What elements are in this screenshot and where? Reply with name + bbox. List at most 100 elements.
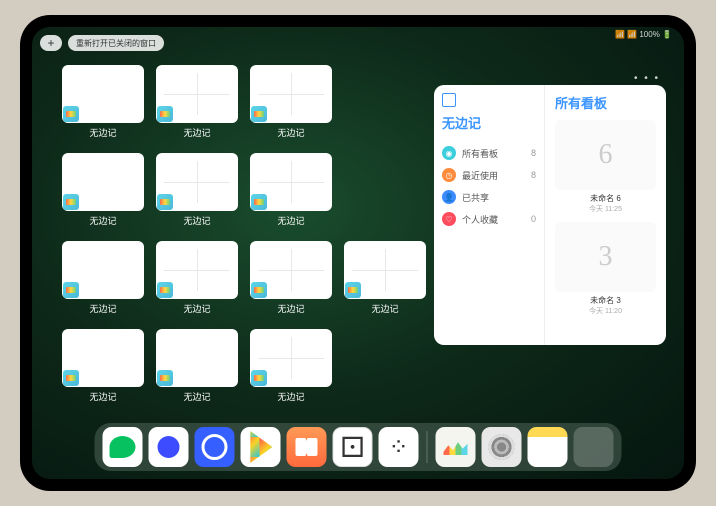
freeform-app-icon bbox=[157, 282, 173, 298]
sidebar-item[interactable]: ♡ 个人收藏 0 bbox=[442, 208, 536, 230]
sidebar-item[interactable]: ◷ 最近使用 8 bbox=[442, 164, 536, 186]
thumbnail-preview bbox=[156, 241, 238, 299]
sidebar-item-label: 个人收藏 bbox=[462, 213, 498, 226]
more-icon[interactable]: • • • bbox=[634, 73, 660, 84]
thumbnail-label: 无边记 bbox=[183, 302, 210, 315]
sidebar-item-icon: 👤 bbox=[442, 190, 456, 204]
window-thumbnail[interactable]: 无边记 bbox=[156, 329, 238, 403]
sidebar-item-count: 8 bbox=[531, 148, 536, 158]
dock-app-books[interactable] bbox=[287, 427, 327, 467]
new-window-button[interactable]: + bbox=[40, 35, 62, 51]
window-thumbnails-grid: 无边记无边记无边记无边记无边记无边记无边记无边记无边记无边记无边记无边记无边记 bbox=[62, 65, 426, 403]
sidebar-item[interactable]: 👤 已共享 bbox=[442, 186, 536, 208]
thumbnail-label: 无边记 bbox=[277, 214, 304, 227]
freeform-app-icon bbox=[157, 370, 173, 386]
window-thumbnail[interactable]: 无边记 bbox=[250, 153, 332, 227]
window-thumbnail[interactable]: 无边记 bbox=[62, 65, 144, 139]
freeform-app-icon bbox=[251, 370, 267, 386]
sidebar-item-label: 最近使用 bbox=[462, 169, 498, 182]
freeform-panel: 无边记 ◉所有看板8◷最近使用8👤已共享♡个人收藏0 所有看板 6未命名 6今天… bbox=[434, 85, 666, 345]
thumbnail-preview bbox=[250, 153, 332, 211]
dock-app-notes[interactable] bbox=[528, 427, 568, 467]
thumbnail-preview bbox=[62, 153, 144, 211]
board-preview: 6 bbox=[555, 120, 656, 190]
board-name: 未命名 6 bbox=[555, 193, 656, 204]
freeform-app-icon bbox=[63, 106, 79, 122]
sidebar-item[interactable]: ◉所有看板8 bbox=[442, 142, 536, 164]
dock-app-play[interactable] bbox=[241, 427, 281, 467]
freeform-app-icon bbox=[251, 194, 267, 210]
sidebar-item-count: 8 bbox=[531, 170, 536, 180]
sidebar-item-label: 已共享 bbox=[462, 191, 489, 204]
dock-app-circle[interactable] bbox=[195, 427, 235, 467]
thumbnail-preview bbox=[156, 329, 238, 387]
freeform-app-icon bbox=[63, 194, 79, 210]
sidebar-item-count: 0 bbox=[531, 214, 536, 224]
panel-right-title: 所有看板 bbox=[555, 93, 656, 112]
freeform-app-icon bbox=[251, 282, 267, 298]
window-thumbnail[interactable]: 无边记 bbox=[250, 65, 332, 139]
thumbnail-label: 无边记 bbox=[183, 390, 210, 403]
thumbnail-label: 无边记 bbox=[277, 126, 304, 139]
thumbnail-preview bbox=[62, 241, 144, 299]
window-thumbnail[interactable]: 无边记 bbox=[250, 241, 332, 315]
freeform-app-icon bbox=[157, 194, 173, 210]
dock-app-dots[interactable] bbox=[379, 427, 419, 467]
thumbnail-label: 无边记 bbox=[89, 302, 116, 315]
window-thumbnail[interactable]: 无边记 bbox=[62, 153, 144, 227]
top-controls: + 重新打开已关闭的窗口 bbox=[40, 35, 164, 51]
thumbnail-label: 无边记 bbox=[89, 214, 116, 227]
ipad-frame: 📶 📶 100% 🔋 + 重新打开已关闭的窗口 无边记无边记无边记无边记无边记无… bbox=[20, 15, 696, 491]
board-item[interactable]: 3 未命名 3今天 11:20 bbox=[555, 222, 656, 316]
thumbnail-label: 无边记 bbox=[183, 214, 210, 227]
dock-app-freeform[interactable] bbox=[436, 427, 476, 467]
dock-app-wechat[interactable] bbox=[103, 427, 143, 467]
board-item[interactable]: 6 未命名 6今天 11:25 bbox=[555, 120, 656, 214]
window-thumbnail[interactable]: 无边记 bbox=[156, 153, 238, 227]
thumbnail-preview bbox=[250, 241, 332, 299]
dock bbox=[95, 423, 622, 471]
panel-title: 无边记 bbox=[442, 113, 536, 132]
thumbnail-preview bbox=[156, 153, 238, 211]
dock-separator bbox=[427, 431, 428, 463]
panel-main: 所有看板 6 未命名 6今天 11:25 3 未命名 3今天 11:20 bbox=[544, 85, 666, 345]
board-name: 未命名 3 bbox=[555, 295, 656, 306]
board-date: 今天 11:20 bbox=[555, 306, 656, 316]
freeform-app-icon bbox=[251, 106, 267, 122]
sidebar-item-icon: ♡ bbox=[442, 212, 456, 226]
thumbnail-label: 无边记 bbox=[371, 302, 398, 315]
thumbnail-preview bbox=[156, 65, 238, 123]
freeform-app-icon bbox=[63, 370, 79, 386]
dock-app-folder[interactable] bbox=[574, 427, 614, 467]
thumbnail-preview bbox=[344, 241, 426, 299]
window-thumbnail[interactable]: 无边记 bbox=[156, 65, 238, 139]
thumbnail-preview bbox=[62, 329, 144, 387]
freeform-app-icon bbox=[157, 106, 173, 122]
dock-app-settings[interactable] bbox=[482, 427, 522, 467]
thumbnail-label: 无边记 bbox=[89, 126, 116, 139]
thumbnail-preview bbox=[250, 65, 332, 123]
status-bar: 📶 📶 100% 🔋 bbox=[615, 30, 672, 39]
window-thumbnail[interactable]: 无边记 bbox=[156, 241, 238, 315]
freeform-app-icon bbox=[345, 282, 361, 298]
sidebar-item-icon: ◷ bbox=[442, 168, 456, 182]
board-preview: 3 bbox=[555, 222, 656, 292]
thumbnail-label: 无边记 bbox=[277, 390, 304, 403]
thumbnail-preview bbox=[250, 329, 332, 387]
screen: 📶 📶 100% 🔋 + 重新打开已关闭的窗口 无边记无边记无边记无边记无边记无… bbox=[32, 27, 684, 479]
thumbnail-label: 无边记 bbox=[89, 390, 116, 403]
sidebar-toggle-icon[interactable] bbox=[442, 93, 456, 107]
thumbnail-label: 无边记 bbox=[277, 302, 304, 315]
freeform-app-icon bbox=[63, 282, 79, 298]
thumbnail-label: 无边记 bbox=[183, 126, 210, 139]
dock-app-quark[interactable] bbox=[149, 427, 189, 467]
sidebar-item-icon: ◉ bbox=[442, 146, 456, 160]
window-thumbnail[interactable]: 无边记 bbox=[62, 329, 144, 403]
dock-app-dice[interactable] bbox=[333, 427, 373, 467]
window-thumbnail[interactable]: 无边记 bbox=[250, 329, 332, 403]
reopen-closed-window-button[interactable]: 重新打开已关闭的窗口 bbox=[68, 35, 164, 51]
window-thumbnail[interactable]: 无边记 bbox=[62, 241, 144, 315]
thumbnail-preview bbox=[62, 65, 144, 123]
board-date: 今天 11:25 bbox=[555, 204, 656, 214]
window-thumbnail[interactable]: 无边记 bbox=[344, 241, 426, 315]
